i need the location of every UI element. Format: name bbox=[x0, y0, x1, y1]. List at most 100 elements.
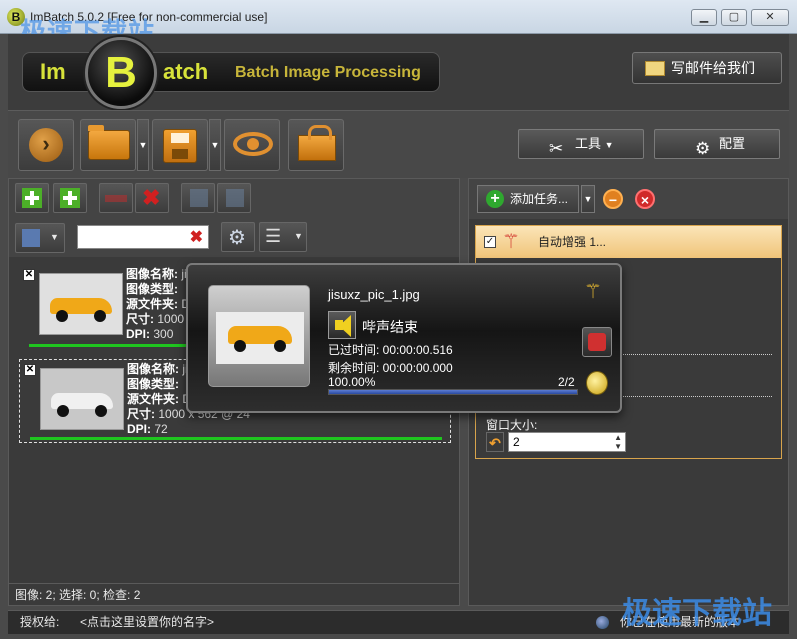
wrench-icon: ✂ bbox=[549, 139, 564, 158]
progress-count: 2/2 bbox=[558, 375, 575, 389]
car-wheel-shape bbox=[56, 310, 68, 322]
open-folder-button[interactable] bbox=[80, 119, 136, 171]
stop-button[interactable] bbox=[582, 327, 612, 357]
remove-image-button[interactable] bbox=[99, 183, 133, 213]
remove-all-button[interactable]: ✖ bbox=[135, 183, 169, 213]
image-name-label: 图像名称: bbox=[127, 362, 179, 376]
clear-search-icon[interactable]: ✖ bbox=[190, 227, 203, 247]
image-settings-button[interactable]: ⚙ bbox=[221, 222, 255, 252]
logo-b-circle: B bbox=[85, 37, 157, 109]
add-image-icon bbox=[22, 188, 42, 208]
car-wheel-shape bbox=[95, 405, 107, 417]
image-type-label: 图像类型: bbox=[127, 377, 179, 391]
add-image-button[interactable] bbox=[15, 183, 49, 213]
elapsed-time: 已过时间: 00:00:00.516 bbox=[328, 343, 453, 357]
add-circle-icon: + bbox=[486, 190, 504, 208]
image-info: 图像名称: jis 图像类型: 源文件夹: D: 尺寸: 1000 x DPI:… bbox=[126, 267, 193, 342]
set-name-link[interactable]: <点击这里设置你的名字> bbox=[80, 611, 214, 633]
image-progress-bar bbox=[30, 437, 442, 440]
image-filter-row: ▼ ✖ ⚙ ☰ ▼ bbox=[9, 217, 459, 257]
search-input[interactable]: ✖ bbox=[77, 225, 209, 249]
progress-popup: jisuxz_pic_1.jpg ⚚ 哔声结束 已过时间: 00:00:00.5… bbox=[186, 263, 622, 413]
dpi-value: 72 bbox=[154, 422, 168, 436]
task-toolbar: + 添加任务... ▼ − × bbox=[469, 179, 788, 219]
save-button[interactable] bbox=[152, 119, 208, 171]
add-folder-button[interactable] bbox=[53, 183, 87, 213]
move-up-icon bbox=[190, 189, 208, 207]
move-down-button[interactable] bbox=[217, 183, 251, 213]
progress-percent: 100.00% bbox=[328, 375, 376, 389]
current-filename: jisuxz_pic_1.jpg bbox=[328, 287, 420, 302]
minimize-icon[interactable]: ▁ bbox=[691, 9, 717, 26]
add-folder-icon bbox=[60, 188, 80, 208]
window-size-stepper[interactable]: 2 ▲ ▼ bbox=[508, 432, 626, 452]
beep-label: 哔声结束 bbox=[362, 319, 418, 335]
list-view-icon: ☰ bbox=[265, 226, 282, 246]
delete-all-tasks-icon[interactable]: × bbox=[635, 189, 655, 209]
maximize-icon[interactable]: ▢ bbox=[721, 9, 747, 26]
chevron-down-icon: ▼ bbox=[604, 140, 614, 150]
image-name-label: 图像名称: bbox=[126, 267, 178, 281]
save-dropdown[interactable]: ▼ bbox=[209, 119, 221, 171]
reset-arrow-icon[interactable]: ↶ bbox=[486, 432, 504, 452]
image-thumbnail bbox=[40, 368, 124, 430]
speaker-icon[interactable] bbox=[328, 311, 356, 339]
stopwatch-icon bbox=[586, 371, 608, 395]
eye-icon bbox=[233, 132, 273, 156]
envelope-icon bbox=[645, 61, 665, 76]
close-icon[interactable]: ✕ bbox=[751, 9, 789, 26]
spin-arrows-icon[interactable]: ▲ ▼ bbox=[614, 433, 622, 451]
source-folder-label: 源文件夹: bbox=[127, 392, 179, 406]
chevron-down-icon: ▼ bbox=[50, 232, 59, 242]
image-thumbnail bbox=[39, 273, 123, 335]
mail-us-label: 写邮件给我们 bbox=[671, 60, 755, 76]
add-task-button[interactable]: + 添加任务... bbox=[477, 185, 579, 213]
settings-button[interactable]: ⚙ 配置 bbox=[654, 129, 780, 159]
move-up-button[interactable] bbox=[181, 183, 215, 213]
tools-label: 工具 bbox=[575, 136, 602, 151]
progress-bar-fill bbox=[329, 390, 577, 394]
size-label: 尺寸: bbox=[127, 407, 155, 421]
logo-tagline: Batch Image Processing bbox=[235, 64, 421, 81]
image-type-label: 图像类型: bbox=[126, 282, 178, 296]
view-mode-button[interactable]: ☰ ▼ bbox=[259, 222, 307, 252]
window-size-label: 窗口大小: bbox=[486, 418, 538, 432]
image-checkbox[interactable]: ✕ bbox=[24, 364, 36, 376]
play-icon: › bbox=[29, 128, 63, 162]
remove-task-icon[interactable]: − bbox=[603, 189, 623, 209]
app-logo: Im B atch Batch Image Processing bbox=[22, 37, 440, 109]
source-folder-label: 源文件夹: bbox=[126, 297, 178, 311]
magic-wand-icon: ⚚ bbox=[584, 281, 602, 303]
car-wheel-shape bbox=[274, 340, 286, 352]
move-down-icon bbox=[226, 189, 244, 207]
mail-us-button[interactable]: 写邮件给我们 bbox=[632, 52, 782, 84]
task-checkbox[interactable]: ✓ bbox=[484, 236, 496, 248]
preview-button[interactable] bbox=[224, 119, 280, 171]
header-banner: Im B atch Batch Image Processing 写邮件给我们 bbox=[8, 34, 789, 110]
filter-icon bbox=[22, 229, 40, 247]
magic-wand-icon: ⚚ bbox=[502, 231, 520, 253]
logo-atch: atch bbox=[163, 59, 209, 84]
size-label: 尺寸: bbox=[126, 312, 154, 326]
shopping-bag-icon bbox=[298, 125, 336, 161]
save-disk-icon bbox=[163, 129, 197, 163]
run-button[interactable]: › bbox=[18, 119, 74, 171]
logo-im: Im bbox=[40, 59, 66, 84]
current-image-thumbnail bbox=[208, 285, 310, 387]
progress-bar bbox=[328, 389, 578, 395]
chevron-down-icon: ▼ bbox=[294, 231, 303, 241]
dpi-value: 300 bbox=[153, 327, 174, 341]
gear-icon: ⚙ bbox=[695, 139, 711, 158]
shop-button[interactable] bbox=[288, 119, 344, 171]
add-task-dropdown[interactable]: ▼ bbox=[581, 185, 595, 213]
license-label: 授权给: bbox=[20, 615, 60, 629]
filter-button[interactable]: ▼ bbox=[15, 223, 65, 253]
tools-button[interactable]: ✂ 工具 ▼ bbox=[518, 129, 644, 159]
watermark-bottom: 极速下载站 bbox=[622, 596, 772, 631]
dpi-label: DPI: bbox=[126, 327, 150, 341]
image-checkbox[interactable]: ✕ bbox=[23, 269, 35, 281]
open-folder-dropdown[interactable]: ▼ bbox=[137, 119, 149, 171]
settings-label: 配置 bbox=[719, 136, 746, 151]
car-wheel-shape bbox=[57, 405, 69, 417]
task-item-auto-enhance[interactable]: ✓ ⚚ 自动增强 1... bbox=[476, 226, 781, 258]
